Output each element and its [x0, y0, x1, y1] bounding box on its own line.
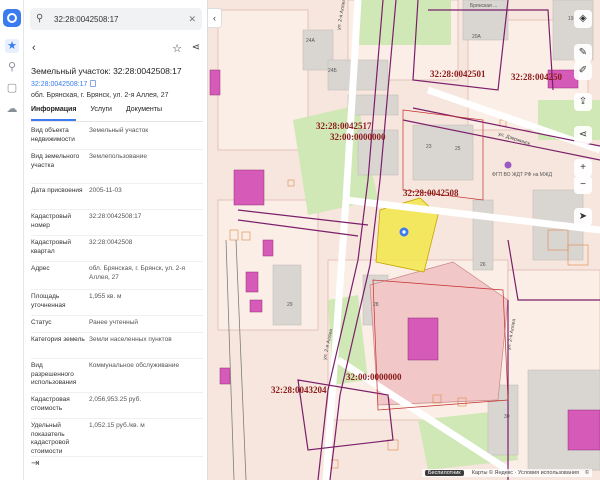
row-key: Статус [31, 319, 52, 326]
favorites-star-icon[interactable]: ★ [5, 39, 19, 53]
table-row: Кадастровая стоимость 2,056,953.25 руб. [31, 393, 203, 419]
back-arrow-icon[interactable]: ‹ [32, 42, 36, 54]
copy-icon[interactable] [90, 80, 97, 87]
table-row: Статус Ранее учтенный [31, 316, 203, 333]
table-row: Удельный показатель кадастровой стоимост… [31, 419, 203, 457]
copyright-mark: © [584, 470, 589, 476]
tab-documents[interactable]: Документы [126, 106, 162, 121]
selected-location-pin-icon[interactable] [399, 227, 409, 237]
building-number: 23 [426, 144, 432, 150]
search-bar[interactable]: ⚲ ✕ [30, 8, 202, 30]
building-number: 28 [373, 302, 379, 308]
info-tabs: Информация Услуги Документы [31, 106, 203, 122]
building-number: 30 [504, 414, 510, 420]
cad-label: 32:00:0000000 [346, 372, 402, 382]
row-value: 32:28:0042508:17 [89, 213, 142, 220]
building-number: 19 [568, 16, 574, 22]
object-id-link[interactable]: 32:28:0042508:17 [31, 80, 97, 88]
cadastral-map[interactable]: 32:28:0042501 32:28:004250 32:28:0042517… [208, 0, 600, 480]
share-icon[interactable]: ⋖ [192, 42, 200, 53]
row-value: Землепользование [89, 153, 147, 160]
map-canvas[interactable]: 32:28:0042501 32:28:004250 32:28:0042517… [208, 0, 600, 480]
table-row: Дата присвоения 2005-11-03 [31, 184, 203, 210]
cad-label: 32:28:0042517 [316, 121, 372, 131]
layers-square-icon[interactable]: ▢ [5, 81, 19, 95]
cad-label: 32:00:0000000 [330, 132, 386, 142]
row-value: Коммунальное обслуживание [89, 362, 180, 369]
search-input[interactable] [54, 14, 184, 24]
row-key: Адрес [31, 265, 50, 272]
row-value: Земельный участок [89, 127, 149, 134]
poi-top-label: Брянская ... [470, 3, 497, 9]
tab-information[interactable]: Информация [31, 106, 77, 121]
favorite-star-icon[interactable]: ☆ [172, 42, 182, 55]
row-key: Вид объекта недвижимости [31, 127, 75, 143]
row-value: 1,955 кв. м [89, 293, 122, 300]
cad-label: 32:28:004250 [511, 72, 562, 82]
object-id-text: 32:28:0042508:17 [31, 81, 88, 88]
drone-chip[interactable]: Беспилотник [425, 470, 464, 476]
attribution-text[interactable]: Карты © Яндекс · Условия использования [472, 470, 579, 476]
pin-icon[interactable]: ⚲ [5, 60, 19, 74]
object-info-panel: ⚲ ✕ ‹ ☆ ⋖ Земельный участок: 32:28:00425… [24, 0, 208, 480]
row-key: Кадастровый номер [31, 213, 72, 229]
logout-icon[interactable]: ⇥ [31, 458, 39, 469]
row-key: Категория земель [31, 336, 85, 343]
object-title: Земельный участок: 32:28:0042508:17 [31, 66, 182, 76]
building-number: 26 [480, 262, 486, 268]
row-value: Ранее учтенный [89, 319, 138, 326]
edit-icon[interactable]: ✐ [574, 62, 592, 80]
row-key: Кадастровый квартал [31, 239, 72, 255]
table-row: Адрес обл. Брянская, г. Брянск, ул. 2-я А… [31, 262, 203, 290]
poi-label: ФГП ВО ЖДТ РФ на МЖД [492, 172, 553, 178]
my-location-icon[interactable]: ➤ [574, 208, 592, 226]
row-value: Земли населенных пунктов [89, 336, 172, 343]
app-logo-icon[interactable] [3, 9, 21, 27]
share-map-icon[interactable]: ⋖ [574, 126, 592, 144]
table-row: Вид земельного участка Землепользование [31, 150, 203, 184]
collapse-panel-button[interactable]: ‹ [208, 8, 222, 28]
row-value: 2,056,953.25 руб. [89, 396, 142, 403]
row-key: Площадь уточненная [31, 293, 66, 309]
poi-marker-icon[interactable] [504, 161, 512, 169]
zoom-in-button[interactable]: + [574, 159, 592, 177]
table-row: Категория земель Земли населенных пунктов [31, 333, 203, 359]
search-icon: ⚲ [36, 13, 44, 24]
row-value: 1,052.15 руб./кв. м [89, 422, 145, 429]
row-key: Вид разрешенного использования [31, 362, 77, 386]
attribute-table: Вид объекта недвижимости Земельный участо… [31, 124, 203, 457]
cloud-icon[interactable]: ☁ [5, 102, 19, 116]
ruler-icon[interactable]: ✎ [574, 44, 592, 62]
row-key: Кадастровая стоимость [31, 396, 70, 412]
building-number: 24Б [328, 68, 338, 74]
cad-label: 32:28:0042501 [430, 69, 486, 79]
building-number: 29 [287, 302, 293, 308]
building-number: 24А [306, 38, 316, 44]
building-number: 25 [455, 146, 461, 152]
map-attribution: Беспилотник Карты © Яндекс · Условия испо… [422, 469, 592, 477]
cad-label: 32:28:0042508 [403, 188, 459, 198]
zoom-out-button[interactable]: − [574, 176, 592, 194]
upload-icon[interactable]: ⇪ [574, 93, 592, 111]
table-row: Вид объекта недвижимости Земельный участо… [31, 124, 203, 150]
cad-label: 32:28:0043204 [271, 385, 327, 395]
app-rail: ★ ⚲ ▢ ☁ [0, 0, 24, 480]
building-number: 20А [472, 34, 482, 40]
row-value: 2005-11-03 [89, 187, 122, 194]
table-row: Кадастровый номер 32:28:0042508:17 [31, 210, 203, 236]
panel-toolbar: ‹ ☆ ⋖ [30, 42, 202, 58]
layers-icon[interactable]: ◈ [574, 10, 592, 28]
table-row: Площадь уточненная 1,955 кв. м [31, 290, 203, 316]
row-key: Удельный показатель кадастровой стоимост… [31, 422, 70, 455]
row-value: обл. Брянская, г. Брянск, ул. 2-я Аллея,… [89, 265, 185, 281]
row-value: 32:28:0042508 [89, 239, 133, 246]
tab-services[interactable]: Услуги [90, 106, 112, 121]
row-key: Дата присвоения [31, 187, 83, 194]
table-row: Кадастровый квартал 32:28:0042508 [31, 236, 203, 262]
table-row: Вид разрешенного использования Коммунальн… [31, 359, 203, 393]
row-key: Вид земельного участка [31, 153, 80, 169]
clear-search-icon[interactable]: ✕ [188, 14, 196, 25]
object-address: обл. Брянская, г. Брянск, ул. 2-я Аллея,… [31, 92, 169, 99]
